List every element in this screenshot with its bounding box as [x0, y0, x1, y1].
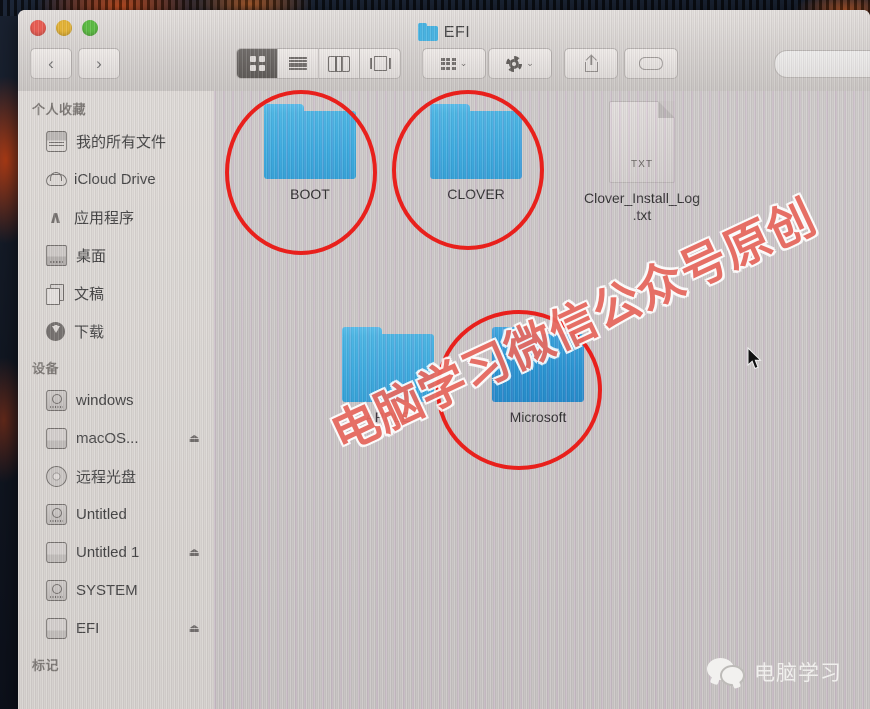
- tag-group: [624, 48, 678, 79]
- internal-disk-icon: [46, 617, 67, 639]
- arrange-group: ⌄: [422, 48, 486, 79]
- share-icon: [584, 55, 598, 72]
- sidebar-item-label: Untitled: [76, 505, 127, 523]
- icon-view-button[interactable]: [237, 49, 278, 78]
- file-name: CLOVER: [447, 186, 505, 202]
- coverflow-icon: [369, 56, 391, 71]
- sidebar-item-label: 远程光盘: [76, 468, 137, 486]
- sidebar: 个人收藏 我的所有文件 iCloud Drive ∧ 应用程序 桌面 文稿 下载…: [18, 91, 215, 709]
- column-view-button[interactable]: [319, 49, 360, 78]
- sidebar-item-system[interactable]: SYSTEM: [18, 571, 214, 609]
- file-item-boot[interactable]: BOOT: [244, 104, 376, 203]
- eject-icon[interactable]: ⏏: [189, 622, 200, 634]
- window-titlebar: EFI ‹ › ⌄ ⌄: [18, 10, 870, 92]
- columns-icon: [328, 55, 350, 72]
- sidebar-item-label: 下载: [74, 323, 105, 341]
- wechat-badge-label: 电脑学习: [754, 661, 842, 685]
- file-name: BOOT: [290, 186, 330, 202]
- downloads-icon: [46, 321, 65, 341]
- tag-icon: [639, 57, 663, 70]
- sidebar-item-remote-disc[interactable]: 远程光盘: [18, 457, 214, 495]
- chevron-down-icon: ⌄: [526, 58, 534, 68]
- optical-disc-icon: [46, 465, 67, 487]
- wechat-badge: 电脑学习: [707, 657, 842, 687]
- sidebar-item-label: windows: [76, 391, 134, 409]
- sidebar-item-downloads[interactable]: 下载: [18, 312, 214, 350]
- chevron-down-icon: ⌄: [459, 58, 468, 68]
- sidebar-item-label: iCloud Drive: [74, 170, 156, 188]
- finder-window: EFI ‹ › ⌄ ⌄ 个人收藏 我的所有文件 iCloud Drive ∧ 应…: [18, 10, 870, 709]
- sidebar-item-windows[interactable]: windows: [18, 381, 214, 419]
- action-button[interactable]: ⌄: [489, 49, 551, 78]
- documents-icon: [46, 283, 65, 305]
- folder-icon: [430, 104, 522, 179]
- sidebar-item-label: SYSTEM: [76, 581, 138, 599]
- window-title-text: EFI: [443, 24, 471, 41]
- sidebar-item-desktop[interactable]: 桌面: [18, 236, 214, 274]
- txt-badge-label: TXT: [631, 159, 653, 170]
- arrange-button[interactable]: ⌄: [423, 49, 485, 78]
- sidebar-item-label: 应用程序: [74, 209, 135, 227]
- sidebar-item-label: 文稿: [74, 285, 105, 303]
- back-button[interactable]: ‹: [30, 48, 72, 79]
- txt-document-icon: TXT: [609, 101, 675, 183]
- wechat-icon: [707, 658, 745, 686]
- external-disk-icon: [46, 579, 67, 601]
- eject-icon[interactable]: ⏏: [189, 432, 200, 444]
- tag-button[interactable]: [625, 49, 677, 78]
- internal-disk-icon: [46, 541, 67, 563]
- window-title: EFI: [18, 22, 870, 42]
- sidebar-item-icloud-drive[interactable]: iCloud Drive: [18, 160, 214, 198]
- sidebar-section-tags-header: 标记: [32, 658, 60, 673]
- folder-icon: [264, 104, 356, 179]
- external-disk-icon: [46, 389, 67, 411]
- sidebar-item-label: macOS...: [76, 429, 139, 447]
- file-item-clover-install-log[interactable]: TXT Clover_Install_Log .txt: [576, 101, 708, 224]
- forward-button[interactable]: ›: [78, 48, 120, 79]
- eject-icon[interactable]: ⏏: [189, 546, 200, 558]
- list-icon: [289, 57, 307, 70]
- arrange-icon: [440, 57, 456, 70]
- file-grid: BOOT CLOVER TXT Clover_Install_Log .txt …: [214, 91, 870, 709]
- sidebar-item-untitled-1[interactable]: Untitled 1 ⏏: [18, 533, 214, 571]
- icloud-icon: [46, 170, 67, 189]
- desktop-icon: [46, 244, 67, 266]
- sidebar-item-label: 桌面: [76, 247, 107, 265]
- all-files-icon: [46, 130, 67, 152]
- sidebar-item-efi[interactable]: EFI ⏏: [18, 609, 214, 647]
- share-button[interactable]: [565, 49, 617, 78]
- mouse-cursor: [747, 347, 762, 370]
- folder-icon: [417, 22, 438, 41]
- file-name: Clover_Install_Log .txt: [576, 190, 708, 224]
- sidebar-item-label: EFI: [76, 619, 100, 637]
- sidebar-section-devices-header: 设备: [32, 361, 60, 376]
- sidebar-item-untitled[interactable]: Untitled: [18, 495, 214, 533]
- navigation-buttons: ‹ ›: [30, 48, 120, 79]
- sidebar-item-macos[interactable]: macOS... ⏏: [18, 419, 214, 457]
- coverflow-view-button[interactable]: [360, 49, 400, 78]
- file-name-line-2: .txt: [632, 207, 652, 223]
- list-view-button[interactable]: [278, 49, 319, 78]
- search-input[interactable]: [774, 50, 870, 78]
- sidebar-item-label: Untitled 1: [76, 543, 140, 561]
- gear-icon: [506, 55, 523, 72]
- file-name: Microsoft: [509, 409, 567, 425]
- sidebar-item-applications[interactable]: ∧ 应用程序: [18, 198, 214, 236]
- sidebar-section-favorites-header: 个人收藏: [32, 102, 87, 117]
- grid-icon: [249, 56, 265, 71]
- sidebar-item-label: 我的所有文件: [76, 133, 167, 151]
- internal-disk-icon: [46, 427, 67, 449]
- share-group: [564, 48, 618, 79]
- file-name-line-1: Clover_Install_Log: [584, 190, 700, 206]
- sidebar-item-all-files[interactable]: 我的所有文件: [18, 122, 214, 160]
- sidebar-item-documents[interactable]: 文稿: [18, 274, 214, 312]
- external-disk-icon: [46, 503, 67, 525]
- applications-icon: ∧: [48, 207, 63, 227]
- action-group: ⌄: [488, 48, 552, 79]
- file-item-clover[interactable]: CLOVER: [410, 104, 542, 203]
- view-mode-group: [236, 48, 401, 79]
